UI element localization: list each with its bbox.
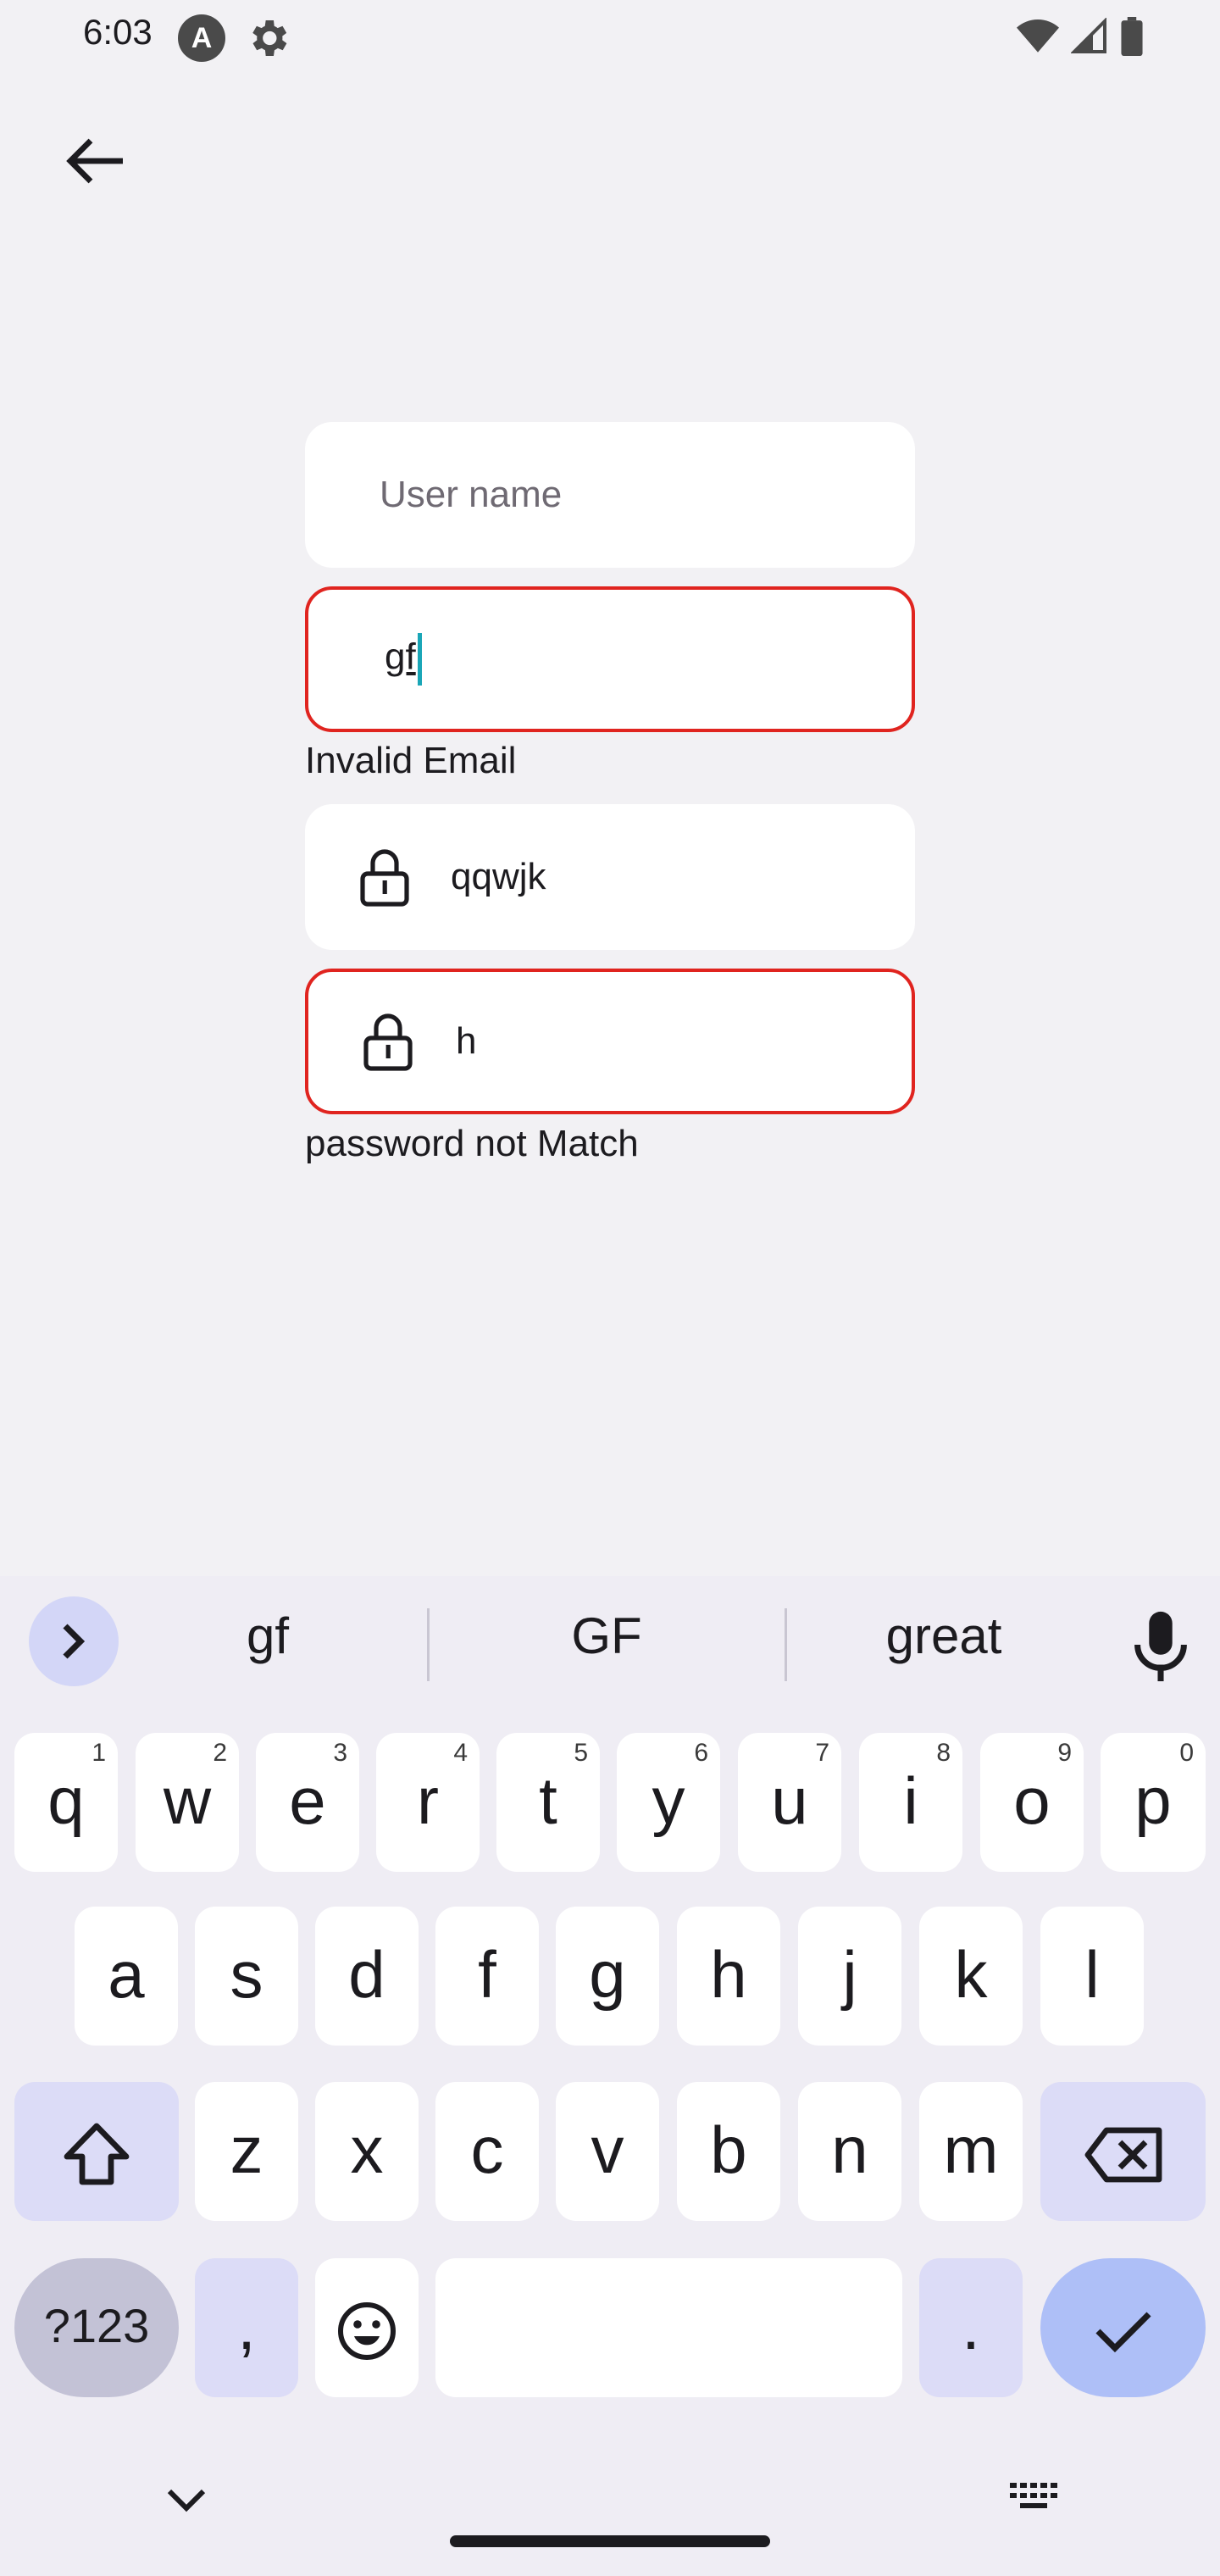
key-w[interactable]: w2 [136, 1733, 239, 1872]
key-b[interactable]: b [677, 2082, 780, 2221]
enter-key[interactable] [1040, 2258, 1206, 2397]
email-error-text: Invalid Email [305, 740, 517, 781]
key-label: w [163, 1763, 212, 1838]
key-y[interactable]: y6 [617, 1733, 720, 1872]
key-l[interactable]: l [1040, 1907, 1144, 2046]
chevron-right-icon [63, 1624, 86, 1659]
key-h[interactable]: h [677, 1907, 780, 2046]
key-x[interactable]: x [315, 2082, 419, 2221]
suggestion-divider [785, 1608, 787, 1681]
key-q[interactable]: q1 [14, 1733, 118, 1872]
confirm-password-field[interactable]: h [305, 969, 915, 1114]
confirm-password-value: h [456, 1020, 477, 1062]
key-d[interactable]: d [315, 1907, 419, 2046]
key-hint: 8 [936, 1739, 951, 1767]
arrow-back-icon [66, 138, 123, 184]
emoji-icon [338, 2302, 396, 2361]
key-label: e [289, 1763, 326, 1838]
key-u[interactable]: u7 [738, 1733, 841, 1872]
key-c[interactable]: c [435, 2082, 539, 2221]
period-key[interactable]: . [919, 2258, 1023, 2397]
key-hint: 9 [1057, 1739, 1072, 1767]
suggestion-2[interactable]: GF [508, 1607, 705, 1665]
microphone-icon[interactable] [1127, 1608, 1195, 1685]
key-hint: 4 [453, 1739, 468, 1767]
back-button[interactable] [53, 119, 137, 203]
suggestion-divider [427, 1608, 430, 1681]
lock-icon [363, 1013, 413, 1071]
key-o[interactable]: o9 [980, 1733, 1084, 1872]
key-e[interactable]: e3 [256, 1733, 359, 1872]
key-hint: 0 [1179, 1739, 1194, 1767]
wifi-icon [1017, 19, 1059, 53]
key-label: o [1013, 1763, 1051, 1838]
username-placeholder: User name [380, 474, 563, 515]
key-f[interactable]: f [435, 1907, 539, 2046]
key-i[interactable]: i8 [859, 1733, 962, 1872]
password-value: qqwjk [451, 856, 546, 897]
email-value-wrapper: gf [385, 633, 422, 686]
email-value: gf [385, 636, 416, 678]
key-label: p [1134, 1763, 1172, 1838]
key-g[interactable]: g [556, 1907, 659, 2046]
status-bar: 6:03 A [0, 0, 1220, 76]
key-a[interactable]: a [75, 1907, 178, 2046]
key-hint: 5 [574, 1739, 588, 1767]
key-v[interactable]: v [556, 2082, 659, 2221]
hide-keyboard-icon[interactable] [161, 2483, 212, 2517]
key-m[interactable]: m [919, 2082, 1023, 2221]
suggestion-3[interactable]: great [846, 1607, 1042, 1665]
key-label: u [771, 1763, 808, 1838]
backspace-key[interactable] [1040, 2082, 1206, 2221]
text-caret [417, 633, 422, 686]
shift-icon [64, 2123, 130, 2185]
app-notification-icon: A [178, 14, 225, 62]
lock-icon [360, 849, 409, 907]
key-p[interactable]: p0 [1101, 1733, 1206, 1872]
emoji-key[interactable] [315, 2258, 419, 2397]
key-label: t [539, 1763, 557, 1838]
key-k[interactable]: k [919, 1907, 1023, 2046]
key-j[interactable]: j [798, 1907, 901, 2046]
key-r[interactable]: r4 [376, 1733, 480, 1872]
settings-notification-icon [252, 20, 287, 56]
key-label: i [903, 1763, 918, 1838]
shift-key[interactable] [14, 2082, 179, 2221]
suggestion-1[interactable]: gf [169, 1607, 366, 1665]
key-hint: 6 [694, 1739, 708, 1767]
username-field[interactable]: User name [305, 422, 915, 568]
soft-keyboard: gf GF great q1 w2 e3 r4 t5 y6 u7 i8 o9 p… [0, 1576, 1220, 2576]
cellular-signal-icon [1071, 18, 1106, 53]
checkmark-icon [1095, 2312, 1151, 2353]
status-time: 6:03 [83, 12, 152, 52]
key-hint: 1 [92, 1739, 106, 1767]
key-label: q [47, 1763, 85, 1838]
home-indicator[interactable] [450, 2535, 770, 2547]
key-hint: 2 [213, 1739, 227, 1767]
symbols-key[interactable]: ?123 [14, 2258, 179, 2397]
key-hint: 3 [333, 1739, 347, 1767]
key-z[interactable]: z [195, 2082, 298, 2221]
key-hint: 7 [815, 1739, 829, 1767]
key-s[interactable]: s [195, 1907, 298, 2046]
key-label: y [652, 1763, 685, 1838]
key-label: r [417, 1763, 439, 1838]
backspace-icon [1084, 2127, 1162, 2183]
battery-icon [1121, 17, 1143, 56]
space-key[interactable] [435, 2258, 902, 2397]
keyboard-switcher-icon[interactable] [1008, 2479, 1059, 2513]
email-field[interactable]: gf [305, 586, 915, 732]
status-indicators [1017, 15, 1144, 58]
key-t[interactable]: t5 [496, 1733, 600, 1872]
password-mismatch-error-text: password not Match [305, 1123, 639, 1164]
suggestion-toolbar-toggle[interactable] [29, 1596, 119, 1686]
comma-key[interactable]: , [195, 2258, 298, 2397]
key-n[interactable]: n [798, 2082, 901, 2221]
password-field[interactable]: qqwjk [305, 804, 915, 950]
